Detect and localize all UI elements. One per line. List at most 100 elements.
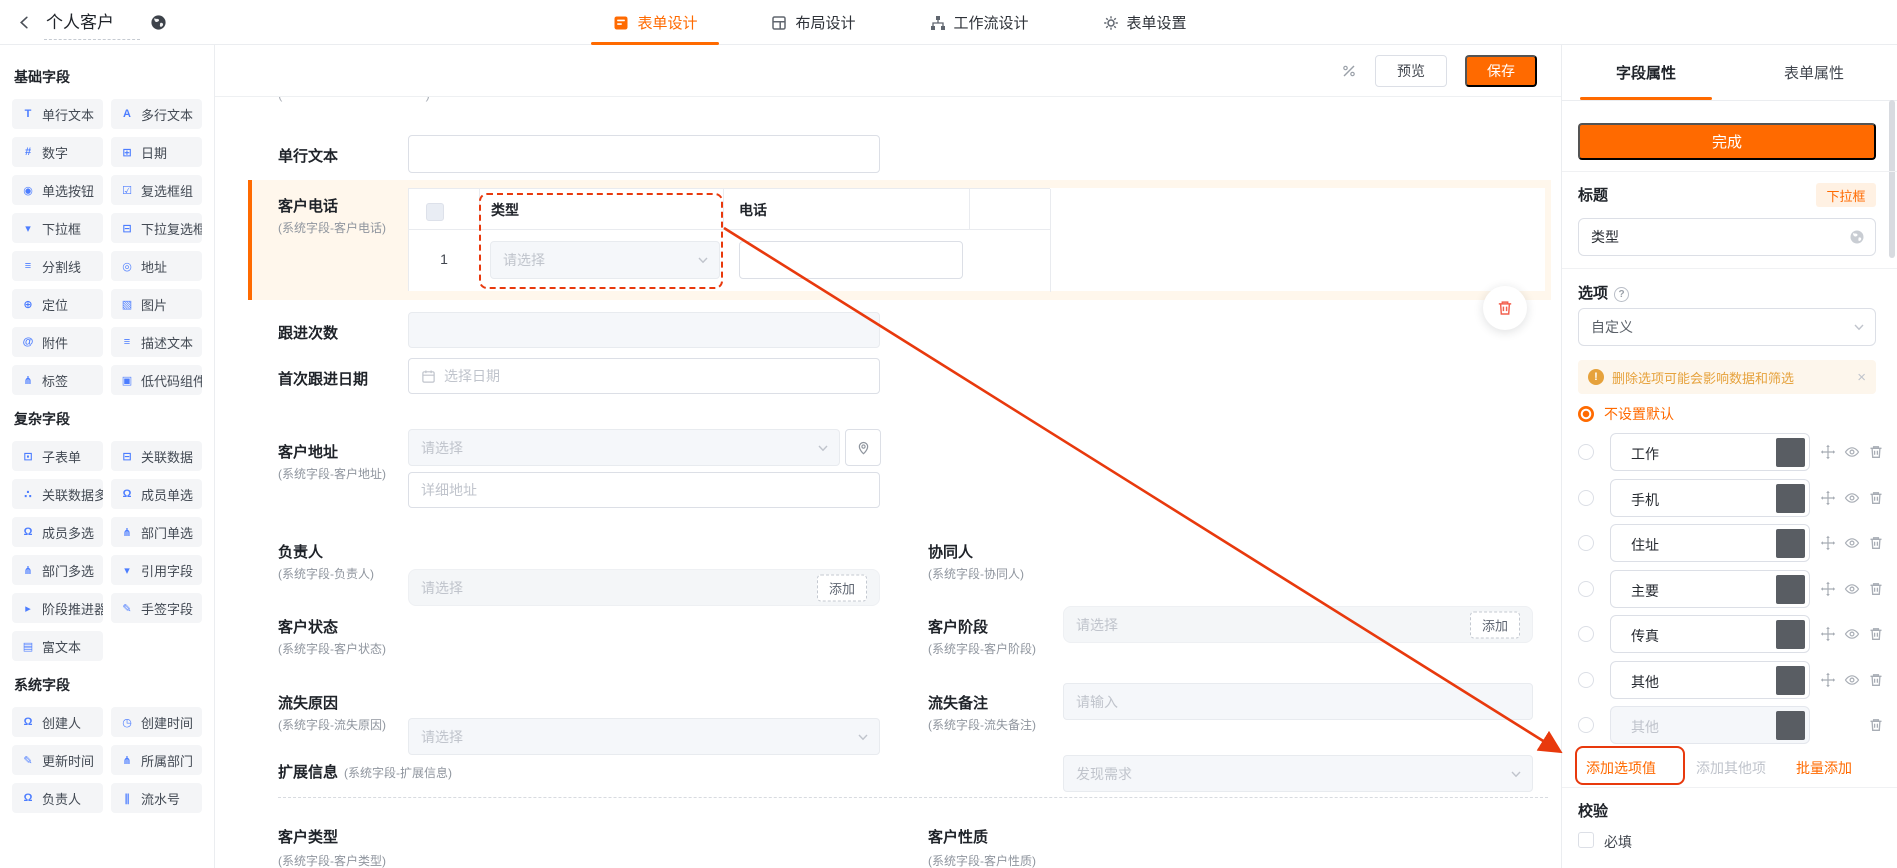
sidebar-item-stage-stepper[interactable]: ▸阶段推进器 — [12, 593, 103, 623]
tab-form-design[interactable]: 表单设计 — [591, 0, 719, 45]
phone-type-select[interactable]: 请选择 — [490, 241, 720, 279]
sidebar-item-checkbox-group[interactable]: ☑复选框组 — [111, 175, 202, 205]
tab-workflow-design[interactable]: 工作流设计 — [908, 0, 1051, 45]
title-input[interactable]: 类型 — [1578, 218, 1876, 256]
move-icon[interactable] — [1820, 444, 1836, 460]
tab-field-properties[interactable]: 字段属性 — [1562, 45, 1730, 100]
trash-icon[interactable] — [1868, 535, 1884, 551]
option-input[interactable]: 传真 — [1610, 615, 1810, 653]
sidebar-item-lowcode-component[interactable]: ▣低代码组件 — [111, 365, 202, 395]
add-option-button[interactable]: 添加选项值 — [1586, 758, 1656, 778]
trash-icon[interactable] — [1868, 581, 1884, 597]
collaborator-picker[interactable]: 请选择 添加 — [1063, 606, 1533, 643]
option-radio-icon[interactable] — [1578, 535, 1594, 551]
trash-icon[interactable] — [1868, 490, 1884, 506]
add-other-button[interactable]: 添加其他项 — [1696, 758, 1766, 778]
option-input[interactable]: 其他 — [1610, 706, 1810, 744]
sidebar-item-signature[interactable]: ✎手签字段 — [111, 593, 202, 623]
option-radio-icon[interactable] — [1578, 672, 1594, 688]
owner-add-button[interactable]: 添加 — [817, 574, 867, 601]
follow-count-input[interactable] — [408, 312, 880, 348]
color-swatch[interactable] — [1776, 666, 1805, 695]
move-icon[interactable] — [1820, 581, 1836, 597]
option-source-select[interactable]: 自定义 — [1578, 308, 1876, 346]
radio-selected-icon[interactable] — [1578, 406, 1594, 422]
sidebar-item-reference-field[interactable]: ▾引用字段 — [111, 555, 202, 585]
address-locate-button[interactable] — [845, 429, 881, 466]
option-radio-icon[interactable] — [1578, 444, 1594, 460]
sidebar-item-multi-line-text[interactable]: A多行文本 — [111, 99, 202, 129]
sidebar-item-attachment[interactable]: @附件 — [12, 327, 103, 357]
row-select-checkbox[interactable] — [426, 203, 444, 221]
required-checkbox[interactable] — [1578, 832, 1594, 848]
eye-icon[interactable] — [1844, 581, 1860, 597]
sidebar-item-serial-number[interactable]: ∥流水号 — [111, 783, 202, 813]
option-radio-icon[interactable] — [1578, 717, 1594, 733]
customer-stage-select[interactable]: 发现需求 — [1063, 755, 1533, 792]
trash-icon[interactable] — [1868, 626, 1884, 642]
eye-icon[interactable] — [1844, 444, 1860, 460]
color-swatch[interactable] — [1776, 620, 1805, 649]
first-follow-date-input[interactable]: 选择日期 — [408, 358, 880, 394]
help-icon[interactable]: ? — [1614, 287, 1629, 302]
option-input[interactable]: 住址 — [1610, 524, 1810, 562]
move-icon[interactable] — [1820, 535, 1836, 551]
tab-layout-design[interactable]: 布局设计 — [749, 0, 877, 45]
single-line-input[interactable] — [408, 135, 880, 173]
sidebar-item-dropdown[interactable]: ▾下拉框 — [12, 213, 103, 243]
address-detail-input[interactable]: 详细地址 — [408, 472, 880, 508]
move-icon[interactable] — [1820, 490, 1836, 506]
color-swatch[interactable] — [1776, 529, 1805, 558]
sidebar-item-member-multi[interactable]: Ω成员多选 — [12, 517, 103, 547]
sidebar-item-image[interactable]: ▧图片 — [111, 289, 202, 319]
delete-field-button[interactable] — [1483, 286, 1527, 330]
color-swatch[interactable] — [1776, 575, 1805, 604]
sidebar-item-linked-data[interactable]: ⊟关联数据 — [111, 441, 202, 471]
panel-scrollbar[interactable] — [1889, 100, 1895, 258]
move-icon[interactable] — [1820, 626, 1836, 642]
option-radio-icon[interactable] — [1578, 626, 1594, 642]
sidebar-item-rich-text[interactable]: ▤富文本 — [12, 631, 103, 661]
trash-icon[interactable] — [1868, 444, 1884, 460]
sidebar-item-radio-button[interactable]: ◉单选按钮 — [12, 175, 103, 205]
option-radio-icon[interactable] — [1578, 490, 1594, 506]
sidebar-item-linked-data-multiselect[interactable]: ∴关联数据多选 — [12, 479, 103, 509]
eye-icon[interactable] — [1844, 626, 1860, 642]
loss-note-input[interactable]: 请输入 — [1063, 683, 1533, 720]
color-swatch[interactable] — [1776, 438, 1805, 467]
color-swatch[interactable] — [1776, 484, 1805, 513]
option-radio-icon[interactable] — [1578, 581, 1594, 597]
save-button[interactable]: 保存 — [1465, 55, 1537, 87]
option-input[interactable]: 工作 — [1610, 433, 1810, 471]
sidebar-item-single-line-text[interactable]: T单行文本 — [12, 99, 103, 129]
eye-icon[interactable] — [1844, 535, 1860, 551]
phone-number-input[interactable] — [739, 241, 963, 279]
globe-icon[interactable] — [150, 14, 168, 32]
sidebar-item-description-text[interactable]: ≡描述文本 — [111, 327, 202, 357]
close-icon[interactable]: × — [1857, 369, 1866, 386]
eye-icon[interactable] — [1844, 672, 1860, 688]
sidebar-item-date[interactable]: ⊞日期 — [111, 137, 202, 167]
done-button[interactable]: 完成 — [1578, 123, 1876, 160]
trash-icon[interactable] — [1868, 717, 1884, 733]
translate-globe-icon[interactable] — [1849, 229, 1865, 245]
trash-icon[interactable] — [1868, 672, 1884, 688]
no-default-option[interactable]: 不设置默认 — [1578, 404, 1674, 424]
collaborator-add-button[interactable]: 添加 — [1470, 611, 1520, 638]
option-input[interactable]: 手机 — [1610, 479, 1810, 517]
sidebar-item-owner[interactable]: Ω负责人 — [12, 783, 103, 813]
tab-form-settings[interactable]: 表单设置 — [1081, 0, 1209, 45]
sidebar-item-member-single[interactable]: Ω成员单选 — [111, 479, 202, 509]
sidebar-item-divider[interactable]: ≡分割线 — [12, 251, 103, 281]
sidebar-item-dropdown-multiselect[interactable]: ⊟下拉复选框 — [111, 213, 202, 243]
sidebar-item-address[interactable]: ◎地址 — [111, 251, 202, 281]
sidebar-item-department-multi[interactable]: ⋔部门多选 — [12, 555, 103, 585]
address-select[interactable]: 请选择 — [408, 429, 840, 466]
preview-button[interactable]: 预览 — [1375, 55, 1447, 87]
page-title[interactable]: 个人客户 — [44, 6, 140, 40]
sidebar-item-creator[interactable]: Ω创建人 — [12, 707, 103, 737]
move-icon[interactable] — [1820, 672, 1836, 688]
tab-form-properties[interactable]: 表单属性 — [1730, 45, 1897, 100]
customer-status-select[interactable]: 请选择 — [408, 718, 880, 755]
collapse-icon[interactable] — [1341, 63, 1357, 79]
